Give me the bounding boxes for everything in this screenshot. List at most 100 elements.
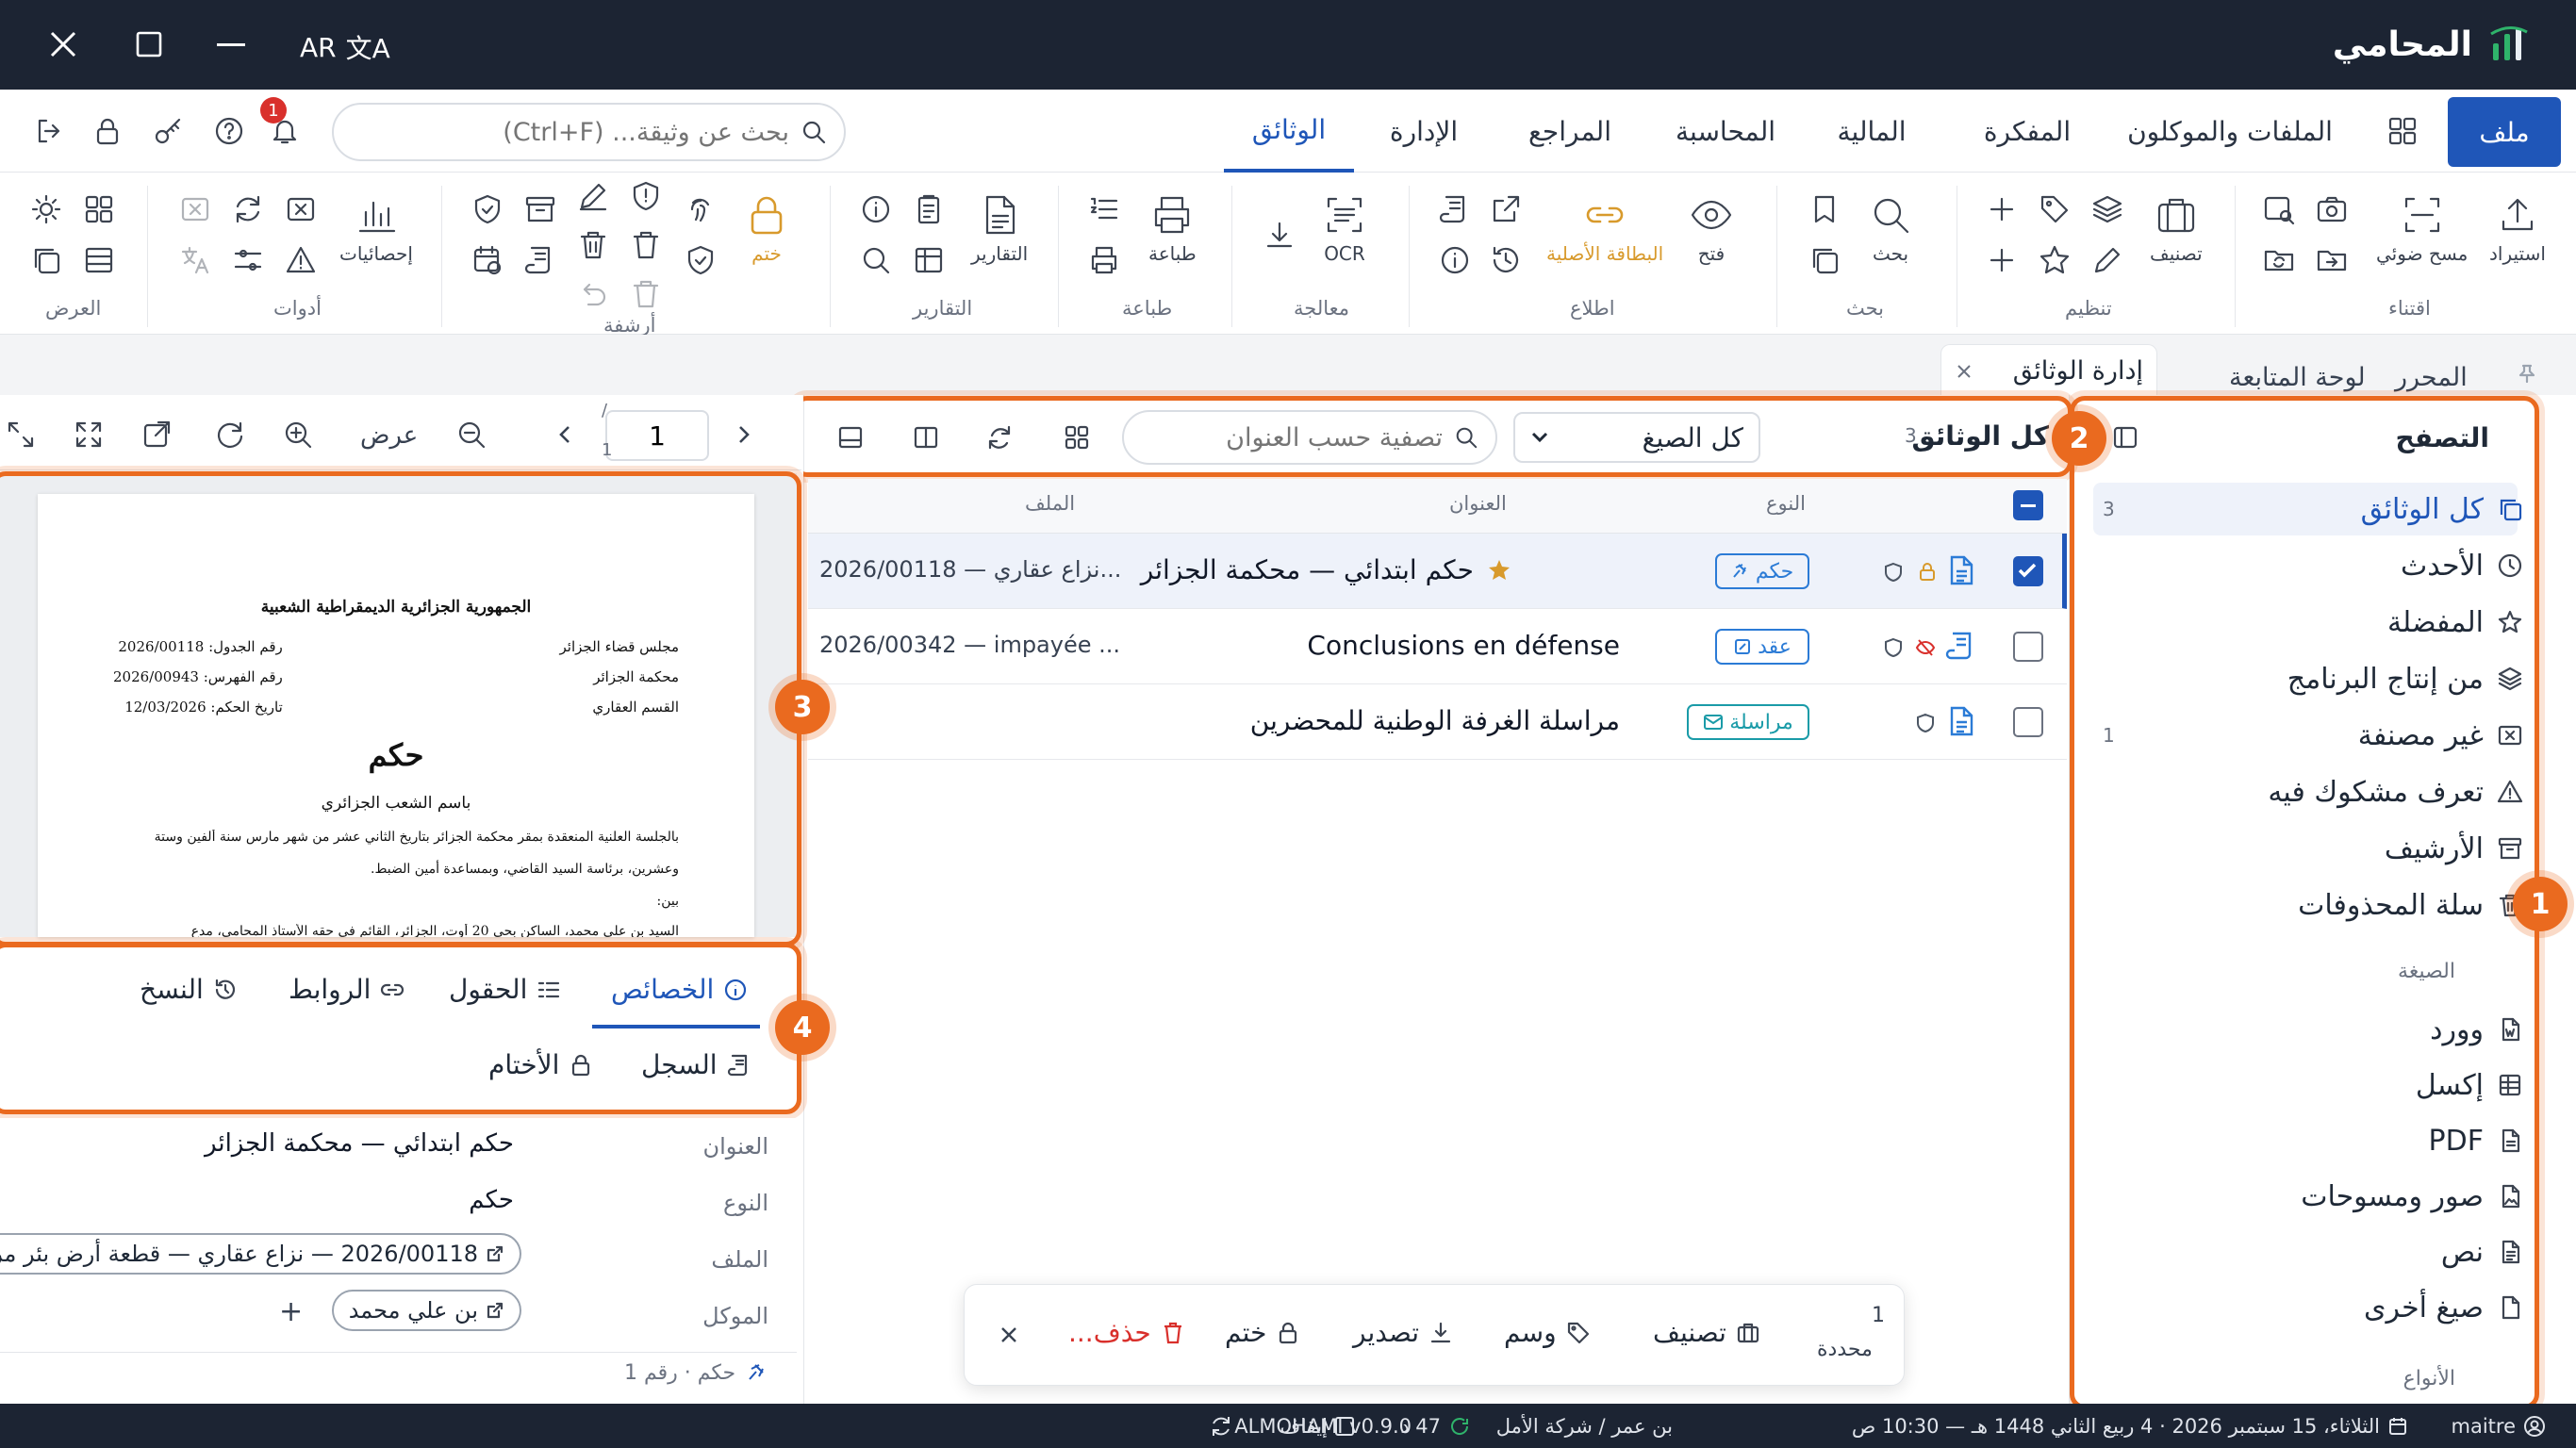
col-type[interactable]: النوع xyxy=(1766,492,1806,515)
clipboard-icon[interactable] xyxy=(913,193,945,225)
tab-file[interactable]: ملف xyxy=(2448,97,2561,167)
tab-documents-management[interactable]: إدارة الوثائق xyxy=(1940,344,2157,397)
title-filter-input[interactable] xyxy=(1141,422,1443,452)
fit-page-icon[interactable] xyxy=(74,420,104,450)
sidebar-format-text[interactable]: نص xyxy=(2441,1226,2523,1278)
tab-cases[interactable]: الملفات والموكلون xyxy=(2112,90,2348,173)
split-vertical-icon[interactable] xyxy=(913,424,939,451)
print-button[interactable]: طباعة xyxy=(1148,193,1197,265)
tag-icon[interactable] xyxy=(2039,193,2071,225)
notifications-button[interactable]: 1 xyxy=(260,97,300,146)
fingerprint-icon[interactable] xyxy=(685,193,717,225)
star-icon[interactable] xyxy=(2039,244,2071,276)
star-filled-icon[interactable] xyxy=(1487,558,1511,583)
sliders-icon[interactable] xyxy=(232,244,264,276)
zoom-label[interactable]: عرض xyxy=(360,421,418,450)
duplicate-icon[interactable] xyxy=(30,244,62,276)
open-button[interactable]: فتح xyxy=(1690,193,1733,265)
info-icon[interactable] xyxy=(1439,244,1471,276)
warning-icon[interactable] xyxy=(285,244,317,276)
shield-check-icon[interactable] xyxy=(685,244,717,276)
delete-icon[interactable] xyxy=(577,229,609,261)
external-link-icon[interactable] xyxy=(1490,193,1522,225)
fullscreen-icon[interactable] xyxy=(6,420,36,450)
tab-accounting[interactable]: المحاسبة xyxy=(1660,90,1792,173)
table-icon[interactable] xyxy=(913,244,945,276)
trash-disabled-icon[interactable] xyxy=(630,278,662,310)
title-filter-box[interactable] xyxy=(1122,410,1497,465)
undo-icon[interactable] xyxy=(577,278,609,310)
bookmark-icon[interactable] xyxy=(1808,193,1841,225)
sidebar-toggle-icon[interactable] xyxy=(2112,424,2138,451)
calendar-clock-icon[interactable] xyxy=(471,244,504,276)
shield-alert-icon[interactable] xyxy=(630,180,662,212)
close-box-icon[interactable] xyxy=(285,193,317,225)
rotate-icon[interactable] xyxy=(215,420,245,450)
sidebar-item-doubtful[interactable]: تعرف مشكوك فيه xyxy=(2268,765,2523,818)
page-number-input[interactable] xyxy=(605,410,709,461)
history-icon[interactable] xyxy=(1490,244,1522,276)
maximize-window-button[interactable] xyxy=(135,30,163,58)
tab-editor[interactable]: المحرر xyxy=(2395,363,2468,392)
trash-icon[interactable] xyxy=(630,229,662,261)
logout-button[interactable] xyxy=(34,116,64,146)
language-switch[interactable]: AR 文A xyxy=(300,28,390,66)
select-all-checkbox[interactable] xyxy=(2013,490,2043,520)
sidebar-item-archive[interactable]: الأرشيف xyxy=(2385,822,2523,875)
sidebar-item-unclassified[interactable]: غير مصنفة xyxy=(2358,709,2523,762)
sidebar-item-all[interactable]: كل الوثائق xyxy=(2361,483,2523,535)
folder-sync-icon[interactable] xyxy=(2263,244,2295,276)
folder-import-icon[interactable] xyxy=(2316,244,2348,276)
original-card-button[interactable]: البطاقة الأصلية xyxy=(1546,193,1663,265)
table-row[interactable]: مراسلة مراسلة الغرفة الوطنية للمحضرين xyxy=(808,684,2067,760)
plus-small-icon[interactable] xyxy=(1986,244,2018,276)
shield-icon[interactable] xyxy=(471,193,504,225)
prop-client-link[interactable]: بن علي محمد xyxy=(331,1290,521,1331)
camera-icon[interactable] xyxy=(2316,193,2348,225)
status-user[interactable]: maitre xyxy=(2452,1404,2547,1448)
grid-view-icon[interactable] xyxy=(83,193,115,225)
selection-seal-button[interactable]: ختم xyxy=(1225,1317,1300,1348)
search-ribbon-button[interactable]: بحث xyxy=(1869,193,1912,265)
selection-tag-button[interactable]: وسم xyxy=(1504,1317,1591,1348)
classify-button[interactable]: تصنيف xyxy=(2150,193,2203,265)
zoom-out-icon[interactable] xyxy=(456,420,487,450)
statistics-button[interactable]: إحصائيات xyxy=(339,193,413,265)
tab-references[interactable]: المراجع xyxy=(1509,90,1631,173)
minimize-window-button[interactable] xyxy=(217,43,245,47)
tab-documents[interactable]: الوثائق xyxy=(1224,90,1354,173)
scroll-icon[interactable] xyxy=(1439,193,1471,225)
seal-button[interactable]: ختم xyxy=(745,193,788,265)
document-search-input[interactable] xyxy=(374,117,789,147)
row-checkbox[interactable] xyxy=(2013,556,2043,586)
prev-page-icon[interactable] xyxy=(554,423,577,446)
sidebar-format-pdf[interactable]: PDF xyxy=(2429,1114,2523,1167)
edit-pen-icon[interactable] xyxy=(577,180,609,212)
sidebar-format-word[interactable]: وورد xyxy=(2430,1003,2523,1056)
table-row[interactable]: حكم حكم ابتدائي — محكمة الجزائر 2026/001… xyxy=(808,534,2067,609)
image-search-icon[interactable] xyxy=(2263,193,2295,225)
translate-small-icon[interactable] xyxy=(179,244,211,276)
prop-file-link[interactable]: 2026/00118 — نزاع عقاري — قطعة أرض بئر م… xyxy=(0,1233,521,1275)
tab-admin[interactable]: الإدارة xyxy=(1367,90,1480,173)
download-icon[interactable] xyxy=(1263,220,1296,252)
list-view-icon[interactable] xyxy=(83,244,115,276)
close-tab-icon[interactable] xyxy=(1955,362,1973,381)
key-button[interactable] xyxy=(153,116,183,146)
tab-agenda[interactable]: المفكرة xyxy=(1961,90,2093,173)
plus-icon[interactable] xyxy=(1986,193,2018,225)
tab-dashboard[interactable]: لوحة المتابعة xyxy=(2229,363,2366,392)
sync-button[interactable] xyxy=(1209,1404,1233,1448)
add-client-button[interactable]: + xyxy=(279,1295,303,1328)
archive-box-icon[interactable] xyxy=(524,193,556,225)
sidebar-format-excel[interactable]: إكسل xyxy=(2416,1059,2523,1111)
close-window-button[interactable] xyxy=(47,28,79,60)
selection-export-button[interactable]: تصدير xyxy=(1353,1317,1453,1348)
sidebar-format-images[interactable]: صور ومسوحات xyxy=(2301,1170,2523,1223)
reports-button[interactable]: التقارير xyxy=(971,193,1028,265)
selection-classify-button[interactable]: تصنيف xyxy=(1653,1317,1760,1348)
sidebar-item-favorites[interactable]: المفضلة xyxy=(2387,596,2523,649)
split-horizontal-icon[interactable] xyxy=(837,424,864,451)
image-x-icon[interactable] xyxy=(179,193,211,225)
magnifier-icon[interactable] xyxy=(860,244,892,276)
